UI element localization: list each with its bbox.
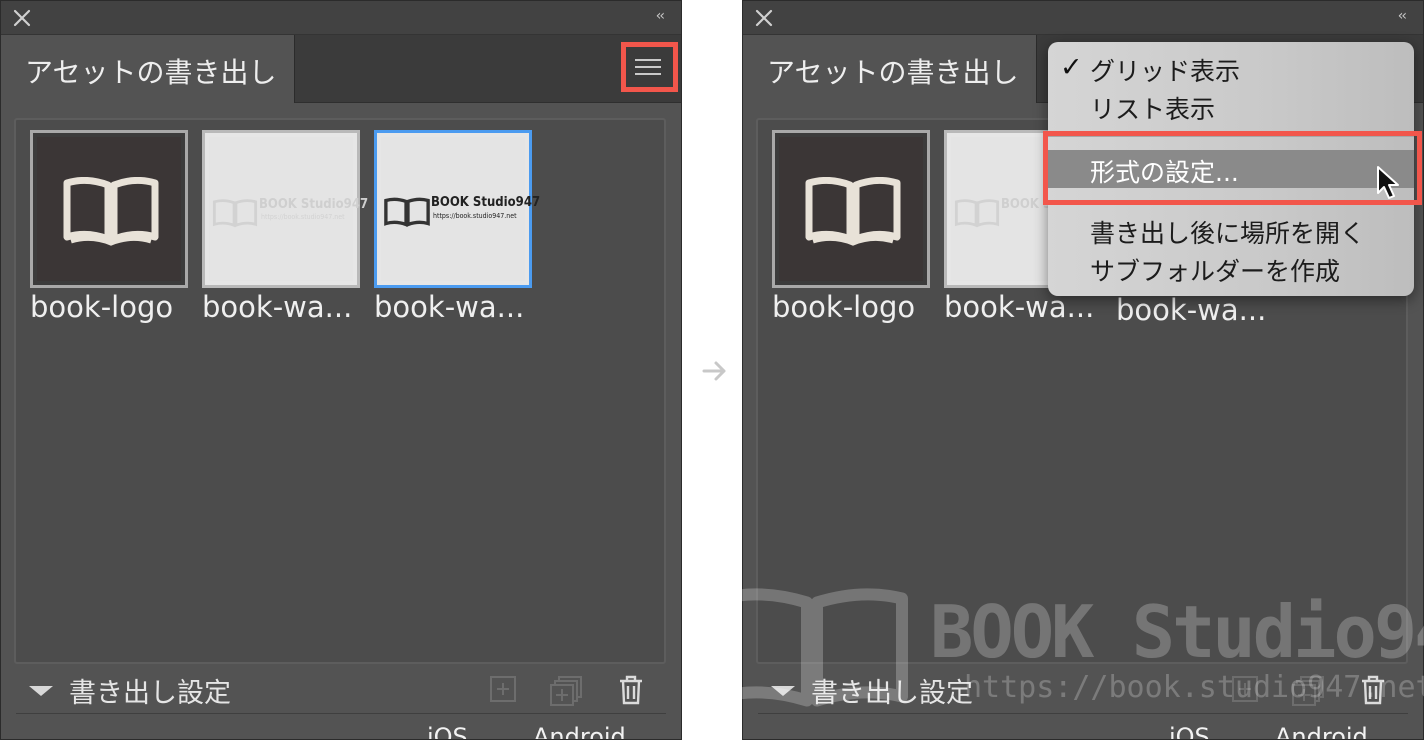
asset-item[interactable]: BOOK Studio947 https://book.studio947.ne… [202, 130, 368, 324]
highlight-box-menu-item [1043, 131, 1422, 205]
export-settings-footer: 書き出し設定 iOS Android [1, 665, 681, 740]
add-multiple-icon[interactable] [549, 675, 583, 707]
add-multiple-icon[interactable] [1291, 675, 1325, 707]
divider [758, 713, 1408, 714]
tab-row: アセットの書き出し [1, 35, 681, 103]
divider [16, 713, 666, 714]
tab-asset-export[interactable]: アセットの書き出し [743, 35, 1037, 103]
book-icon [805, 177, 901, 246]
export-settings-title[interactable]: 書き出し設定 [811, 671, 973, 710]
add-icon[interactable] [489, 675, 517, 703]
column-ios-label: iOS [427, 723, 468, 740]
add-icon[interactable] [1231, 675, 1259, 703]
column-android-label: Android [1275, 723, 1368, 740]
book-icon [212, 199, 258, 228]
tab-label: アセットの書き出し [767, 56, 1019, 89]
thumb-logo-text: BOOK Studio947 [259, 197, 369, 212]
asset-item[interactable]: book-logo [30, 130, 188, 324]
book-icon [384, 197, 430, 227]
screenshot-stage: ‹‹ アセットの書き出し book-logo BOOK Studio947 ht… [0, 0, 1424, 740]
export-settings-footer: 書き出し設定 iOS Android [743, 665, 1423, 740]
collapse-icon[interactable]: ‹‹ [1398, 8, 1407, 24]
pointer-cursor-icon [1377, 166, 1399, 199]
disclosure-triangle-icon[interactable] [29, 686, 53, 696]
asset-name: book-wa... [1116, 293, 1267, 327]
asset-item[interactable]: book-logo [772, 130, 930, 324]
tab-label: アセットの書き出し [25, 56, 277, 89]
asset-thumbnail[interactable] [772, 130, 930, 288]
column-ios-label: iOS [1169, 723, 1210, 740]
asset-thumbnail[interactable]: BOOK Studio947 https://book.studio947.ne… [202, 130, 368, 288]
menu-item-create-subfolder[interactable]: サブフォルダーを作成 [1090, 252, 1340, 288]
thumb-logo-text: BOOK Studio947 [431, 195, 541, 210]
thumb-logo-url: https://book.studio947.net [433, 212, 517, 220]
asset-item-selected[interactable]: BOOK Studio947 https://book.studio947.ne… [374, 130, 540, 324]
trash-icon[interactable] [617, 675, 645, 705]
asset-export-panel-before: ‹‹ アセットの書き出し book-logo BOOK Studio947 ht… [0, 0, 682, 740]
menu-item-grid-view[interactable]: グリッド表示 [1090, 52, 1240, 88]
asset-thumbnail[interactable]: BOOK Studio947 https://book.studio947.ne… [374, 130, 540, 288]
asset-grid: book-logo BOOK Studio947 https://book.st… [14, 118, 666, 664]
asset-name: book-wa... [374, 290, 525, 324]
column-android-label: Android [533, 723, 626, 740]
book-icon [63, 177, 159, 246]
close-icon[interactable] [11, 7, 33, 29]
collapse-icon[interactable]: ‹‹ [656, 8, 665, 24]
asset-name: book-logo [30, 290, 174, 324]
thumb-logo-url: https://book.studio947.net [261, 213, 345, 221]
tab-asset-export[interactable]: アセットの書き出し [1, 35, 295, 103]
disclosure-triangle-icon[interactable] [771, 686, 795, 696]
arrow-right-icon [702, 361, 726, 381]
panel-topbar: ‹‹ [743, 1, 1423, 35]
asset-name: book-logo [772, 290, 916, 324]
checkmark-icon: ✓ [1060, 52, 1083, 83]
book-icon [954, 199, 1000, 228]
menu-item-open-location[interactable]: 書き出し後に場所を開く [1090, 214, 1365, 250]
asset-name: book-wa... [202, 290, 353, 324]
panel-topbar: ‹‹ [1, 1, 681, 35]
highlight-box-hamburger [621, 42, 678, 92]
asset-thumbnail[interactable] [30, 130, 188, 288]
menu-item-list-view[interactable]: リスト表示 [1090, 90, 1215, 126]
close-icon[interactable] [753, 7, 775, 29]
trash-icon[interactable] [1359, 675, 1387, 705]
export-settings-title[interactable]: 書き出し設定 [69, 671, 231, 710]
